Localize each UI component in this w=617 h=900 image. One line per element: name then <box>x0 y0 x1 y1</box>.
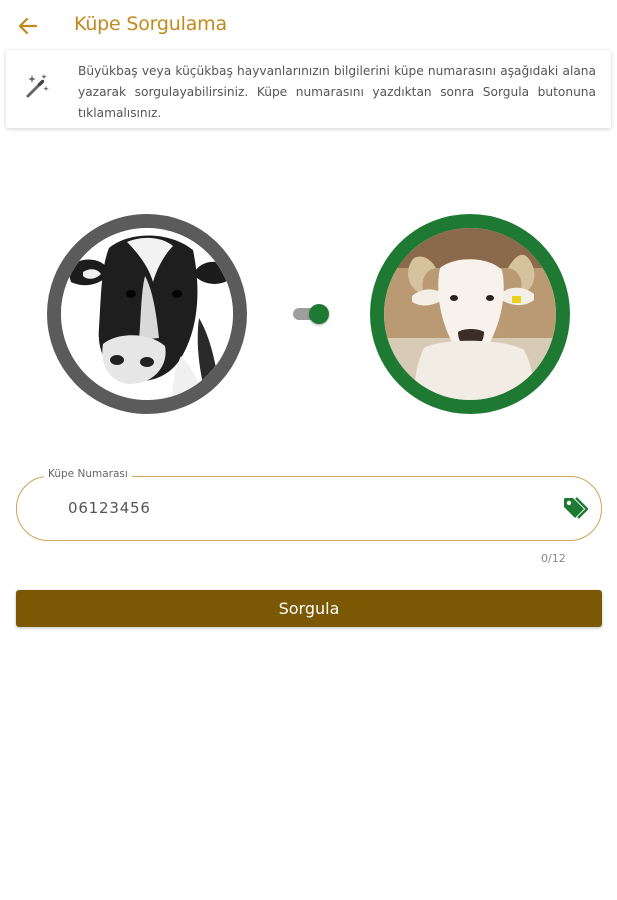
animal-type-toggle[interactable] <box>291 302 331 326</box>
info-card: Büyükbaş veya küçükbaş hayvanlarınızın b… <box>6 50 611 128</box>
tags-icon <box>564 497 589 519</box>
sheep-photo <box>384 228 556 400</box>
toggle-thumb <box>309 304 329 324</box>
character-counter: 0/12 <box>541 552 566 565</box>
query-button[interactable]: Sorgula <box>16 590 602 627</box>
cow-option[interactable] <box>47 214 247 414</box>
arrow-left-icon[interactable] <box>14 12 42 40</box>
sheep-option[interactable] <box>370 214 570 414</box>
page-title: Küpe Sorgulama <box>74 13 227 35</box>
ear-tag-label: Küpe Numarası <box>44 468 132 480</box>
magic-wand-icon <box>26 74 49 98</box>
ear-tag-input[interactable] <box>68 499 538 517</box>
app-bar: Küpe Sorgulama <box>0 0 617 52</box>
cow-photo <box>61 228 233 400</box>
info-description: Büyükbaş veya küçükbaş hayvanlarınızın b… <box>78 64 596 120</box>
